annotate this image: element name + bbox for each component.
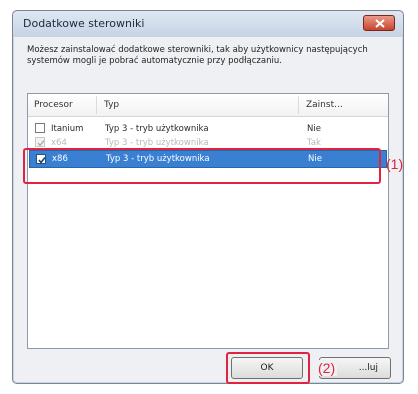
cell-type: Typ 3 - tryb użytkownika (105, 138, 209, 148)
annotation-label-2: (2) (316, 360, 338, 376)
close-button[interactable] (363, 15, 395, 31)
cell-installed: Tak (307, 138, 321, 148)
dialog-title: Dodatkowe sterowniki (23, 17, 145, 30)
cell-type: Typ 3 - tryb użytkownika (105, 124, 209, 134)
description-text: Możesz zainstalować dodatkowe sterowniki… (27, 45, 368, 66)
cell-installed: Nie (307, 124, 321, 134)
column-separator[interactable] (298, 96, 299, 114)
checkbox-itanium[interactable] (35, 123, 45, 133)
annotation-label-1: (1) (386, 156, 404, 172)
column-header-installed[interactable]: Zainst... (306, 100, 343, 110)
title-bar: Dodatkowe sterowniki (13, 11, 403, 37)
list-header: Procesor Typ Zainst... (28, 94, 388, 117)
drivers-list[interactable]: Procesor Typ Zainst... Itanium Typ 3 - t… (27, 93, 389, 349)
close-icon (375, 19, 385, 28)
column-header-type[interactable]: Typ (104, 100, 119, 110)
annotation-highlight-1 (23, 148, 381, 184)
cell-processor: Itanium (51, 124, 84, 134)
cell-processor: x64 (51, 138, 67, 148)
checkmark-icon (37, 140, 45, 147)
dialog-window: Dodatkowe sterowniki Możesz zainstalować… (12, 10, 404, 384)
column-separator[interactable] (96, 96, 97, 114)
column-header-processor[interactable]: Procesor (34, 100, 73, 110)
annotation-highlight-2 (226, 352, 310, 384)
list-row-itanium[interactable]: Itanium Typ 3 - tryb użytkownika Nie (29, 122, 387, 136)
checkbox-x64[interactable] (35, 137, 45, 147)
